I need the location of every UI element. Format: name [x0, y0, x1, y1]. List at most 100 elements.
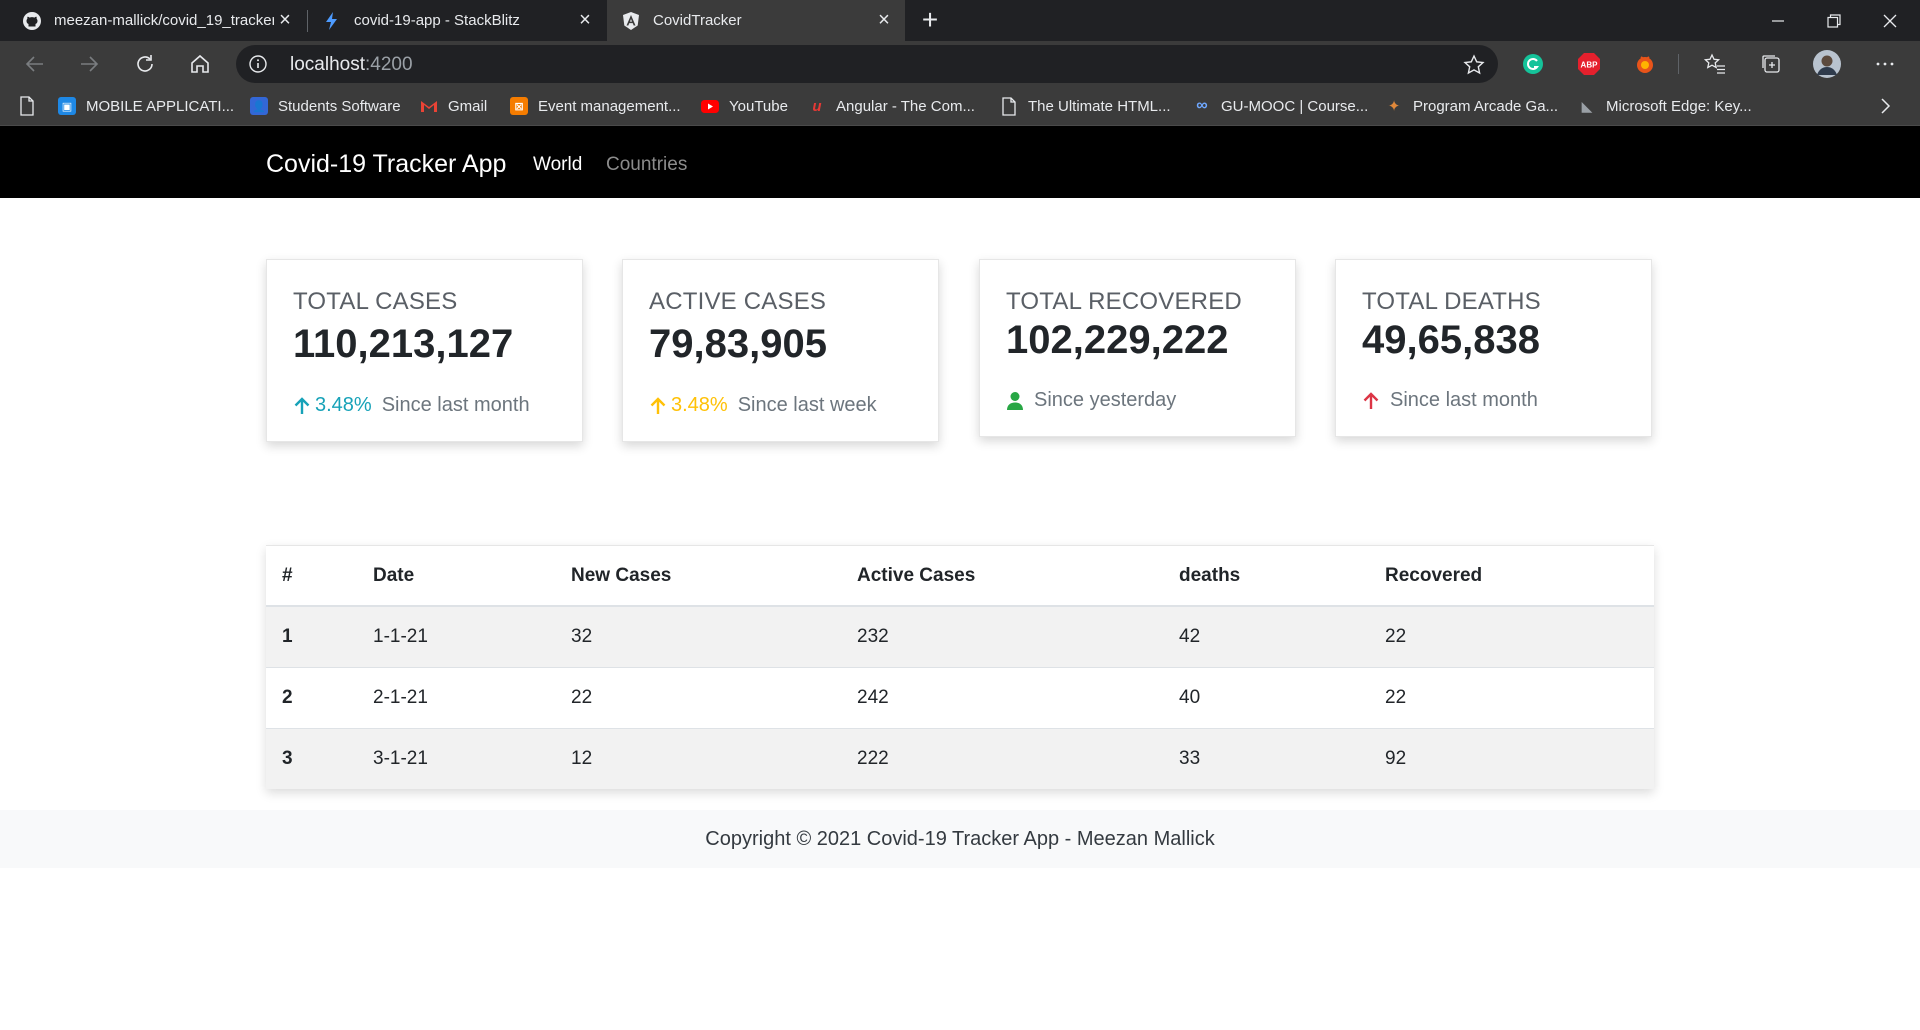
copyright-text: Copyright © 2021 Covid-19 Tracker App - …	[705, 828, 1215, 850]
row-new-cases: 32	[555, 605, 841, 667]
table-row: 1 1-1-21 32 232 42 22	[266, 605, 1654, 667]
close-icon[interactable]: ×	[574, 9, 596, 32]
bookmark-program-arcade[interactable]: ✦ Program Arcade Ga...	[1385, 95, 1558, 117]
restore-button[interactable]	[1806, 0, 1862, 41]
total-deaths-card: TOTAL DEATHS 49,65,838 Since last month	[1335, 259, 1652, 437]
bookmark-label: The Ultimate HTML...	[1028, 97, 1171, 115]
back-button[interactable]	[18, 47, 52, 81]
arrow-up-icon	[649, 396, 667, 416]
home-button[interactable]	[183, 47, 217, 81]
angular-icon	[621, 11, 641, 31]
github-icon	[22, 11, 42, 31]
tab-stackblitz[interactable]: covid-19-app - StackBlitz ×	[308, 0, 606, 41]
row-recovered: 22	[1369, 605, 1654, 667]
extension-icon[interactable]	[1632, 51, 1658, 77]
avatar[interactable]	[1812, 49, 1842, 79]
row-number: 3	[266, 727, 357, 789]
bookmark-students-software[interactable]: 👤 Students Software	[250, 95, 401, 117]
browser-tab-bar: meezan-mallick/covid_19_tracker × covid-…	[0, 0, 1920, 41]
bookmark-event-management[interactable]: ⊠ Event management...	[510, 95, 681, 117]
abp-label: ABP	[1581, 61, 1599, 70]
bookmark-ultimate-html[interactable]: The Ultimate HTML...	[1000, 95, 1171, 117]
bookmark-label: Gmail	[448, 97, 488, 115]
bookmark-angular[interactable]: u Angular - The Com...	[808, 95, 975, 117]
toolbar-separator	[1678, 54, 1679, 74]
row-active-cases: 242	[841, 666, 1163, 728]
card-since: Since last month	[381, 394, 530, 416]
column-header-deaths: deaths	[1163, 546, 1369, 607]
bookmark-label: Angular - The Com...	[836, 97, 975, 115]
chevron-right-icon[interactable]	[1878, 95, 1892, 117]
arrow-up-icon	[293, 396, 311, 416]
nav-countries[interactable]: Countries	[606, 154, 687, 176]
app-brand[interactable]: Covid-19 Tracker App	[266, 150, 506, 179]
table-row: 3 3-1-21 12 222 33 92	[266, 727, 1654, 789]
arrow-up-icon	[1362, 391, 1380, 411]
close-icon[interactable]: ×	[873, 9, 895, 32]
cases-table-container: # Date New Cases Active Cases deaths Rec…	[266, 545, 1654, 789]
arcade-icon: ✦	[1387, 98, 1401, 115]
tab-covidtracker[interactable]: CovidTracker ×	[607, 0, 905, 41]
card-value: 49,65,838	[1362, 318, 1540, 362]
card-title: ACTIVE CASES	[649, 288, 827, 315]
cases-table: # Date New Cases Active Cases deaths Rec…	[266, 546, 1654, 789]
bookmark-youtube[interactable]: YouTube	[701, 95, 788, 117]
more-options-icon[interactable]	[1872, 51, 1898, 77]
favorites-icon[interactable]	[1702, 51, 1728, 77]
column-header-active-cases: Active Cases	[841, 546, 1163, 607]
info-icon[interactable]	[248, 54, 268, 74]
user-icon	[1006, 391, 1024, 411]
row-number: 1	[266, 605, 357, 667]
column-header-recovered: Recovered	[1369, 546, 1654, 607]
infinity-icon: ∞	[1196, 97, 1208, 114]
row-number: 2	[266, 666, 357, 728]
collections-icon[interactable]	[1758, 51, 1784, 77]
row-new-cases: 12	[555, 727, 841, 789]
star-icon[interactable]	[1462, 53, 1486, 77]
active-cases-card: ACTIVE CASES 79,83,905 3.48% Since last …	[622, 259, 939, 442]
card-footer: 3.48% Since last week	[649, 394, 877, 417]
bookmark-microsoft-edge[interactable]: ◣ Microsoft Edge: Key...	[1578, 95, 1752, 117]
bookmark-mobile-applications[interactable]: ▣ MOBILE APPLICATI...	[58, 95, 234, 117]
url-text: localhost:4200	[290, 54, 413, 76]
card-title: TOTAL RECOVERED	[1006, 288, 1242, 315]
nav-world[interactable]: World	[533, 154, 582, 176]
card-since: Since yesterday	[1034, 389, 1177, 411]
bookmark-label: MOBILE APPLICATI...	[86, 97, 235, 115]
card-title: TOTAL CASES	[293, 288, 458, 315]
url-host: localhost	[290, 54, 365, 75]
new-tab-button[interactable]: +	[914, 5, 946, 37]
row-date: 1-1-21	[357, 605, 555, 667]
bookmark-page-icon[interactable]	[18, 95, 36, 117]
minimize-button[interactable]	[1750, 0, 1806, 41]
table-header-row: # Date New Cases Active Cases deaths Rec…	[266, 546, 1654, 607]
bookmark-gu-mooc[interactable]: ∞ GU-MOOC | Course...	[1193, 95, 1368, 117]
classroom-icon: ▣	[58, 97, 76, 115]
column-header-number: #	[266, 546, 357, 607]
card-since: Since last month	[1390, 389, 1538, 411]
tab-github[interactable]: meezan-mallick/covid_19_tracker ×	[0, 0, 306, 41]
forward-button[interactable]	[72, 47, 106, 81]
row-deaths: 42	[1163, 605, 1369, 667]
bookmark-label: GU-MOOC | Course...	[1221, 97, 1369, 115]
url-port: :4200	[365, 54, 413, 75]
bookmark-label: Microsoft Edge: Key...	[1606, 97, 1752, 115]
card-since: Since last week	[737, 394, 877, 416]
close-window-button[interactable]	[1862, 0, 1918, 41]
bookmark-label: Students Software	[278, 97, 401, 115]
youtube-icon	[701, 97, 719, 115]
row-deaths: 33	[1163, 727, 1369, 789]
column-header-new-cases: New Cases	[555, 546, 841, 607]
bookmark-label: YouTube	[729, 97, 788, 115]
refresh-button[interactable]	[128, 47, 162, 81]
angular-io-icon: u	[812, 97, 822, 115]
bookmark-gmail[interactable]: Gmail	[420, 95, 487, 117]
card-percent: 3.48%	[315, 394, 372, 416]
tab-title: covid-19-app - StackBlitz	[354, 12, 520, 29]
address-bar[interactable]: localhost:4200	[236, 45, 1498, 83]
card-title: TOTAL DEATHS	[1362, 288, 1541, 315]
adblock-plus-icon[interactable]: ABP	[1576, 51, 1602, 77]
card-value: 102,229,222	[1006, 318, 1229, 362]
close-icon[interactable]: ×	[274, 9, 296, 32]
grammarly-icon[interactable]	[1520, 51, 1546, 77]
